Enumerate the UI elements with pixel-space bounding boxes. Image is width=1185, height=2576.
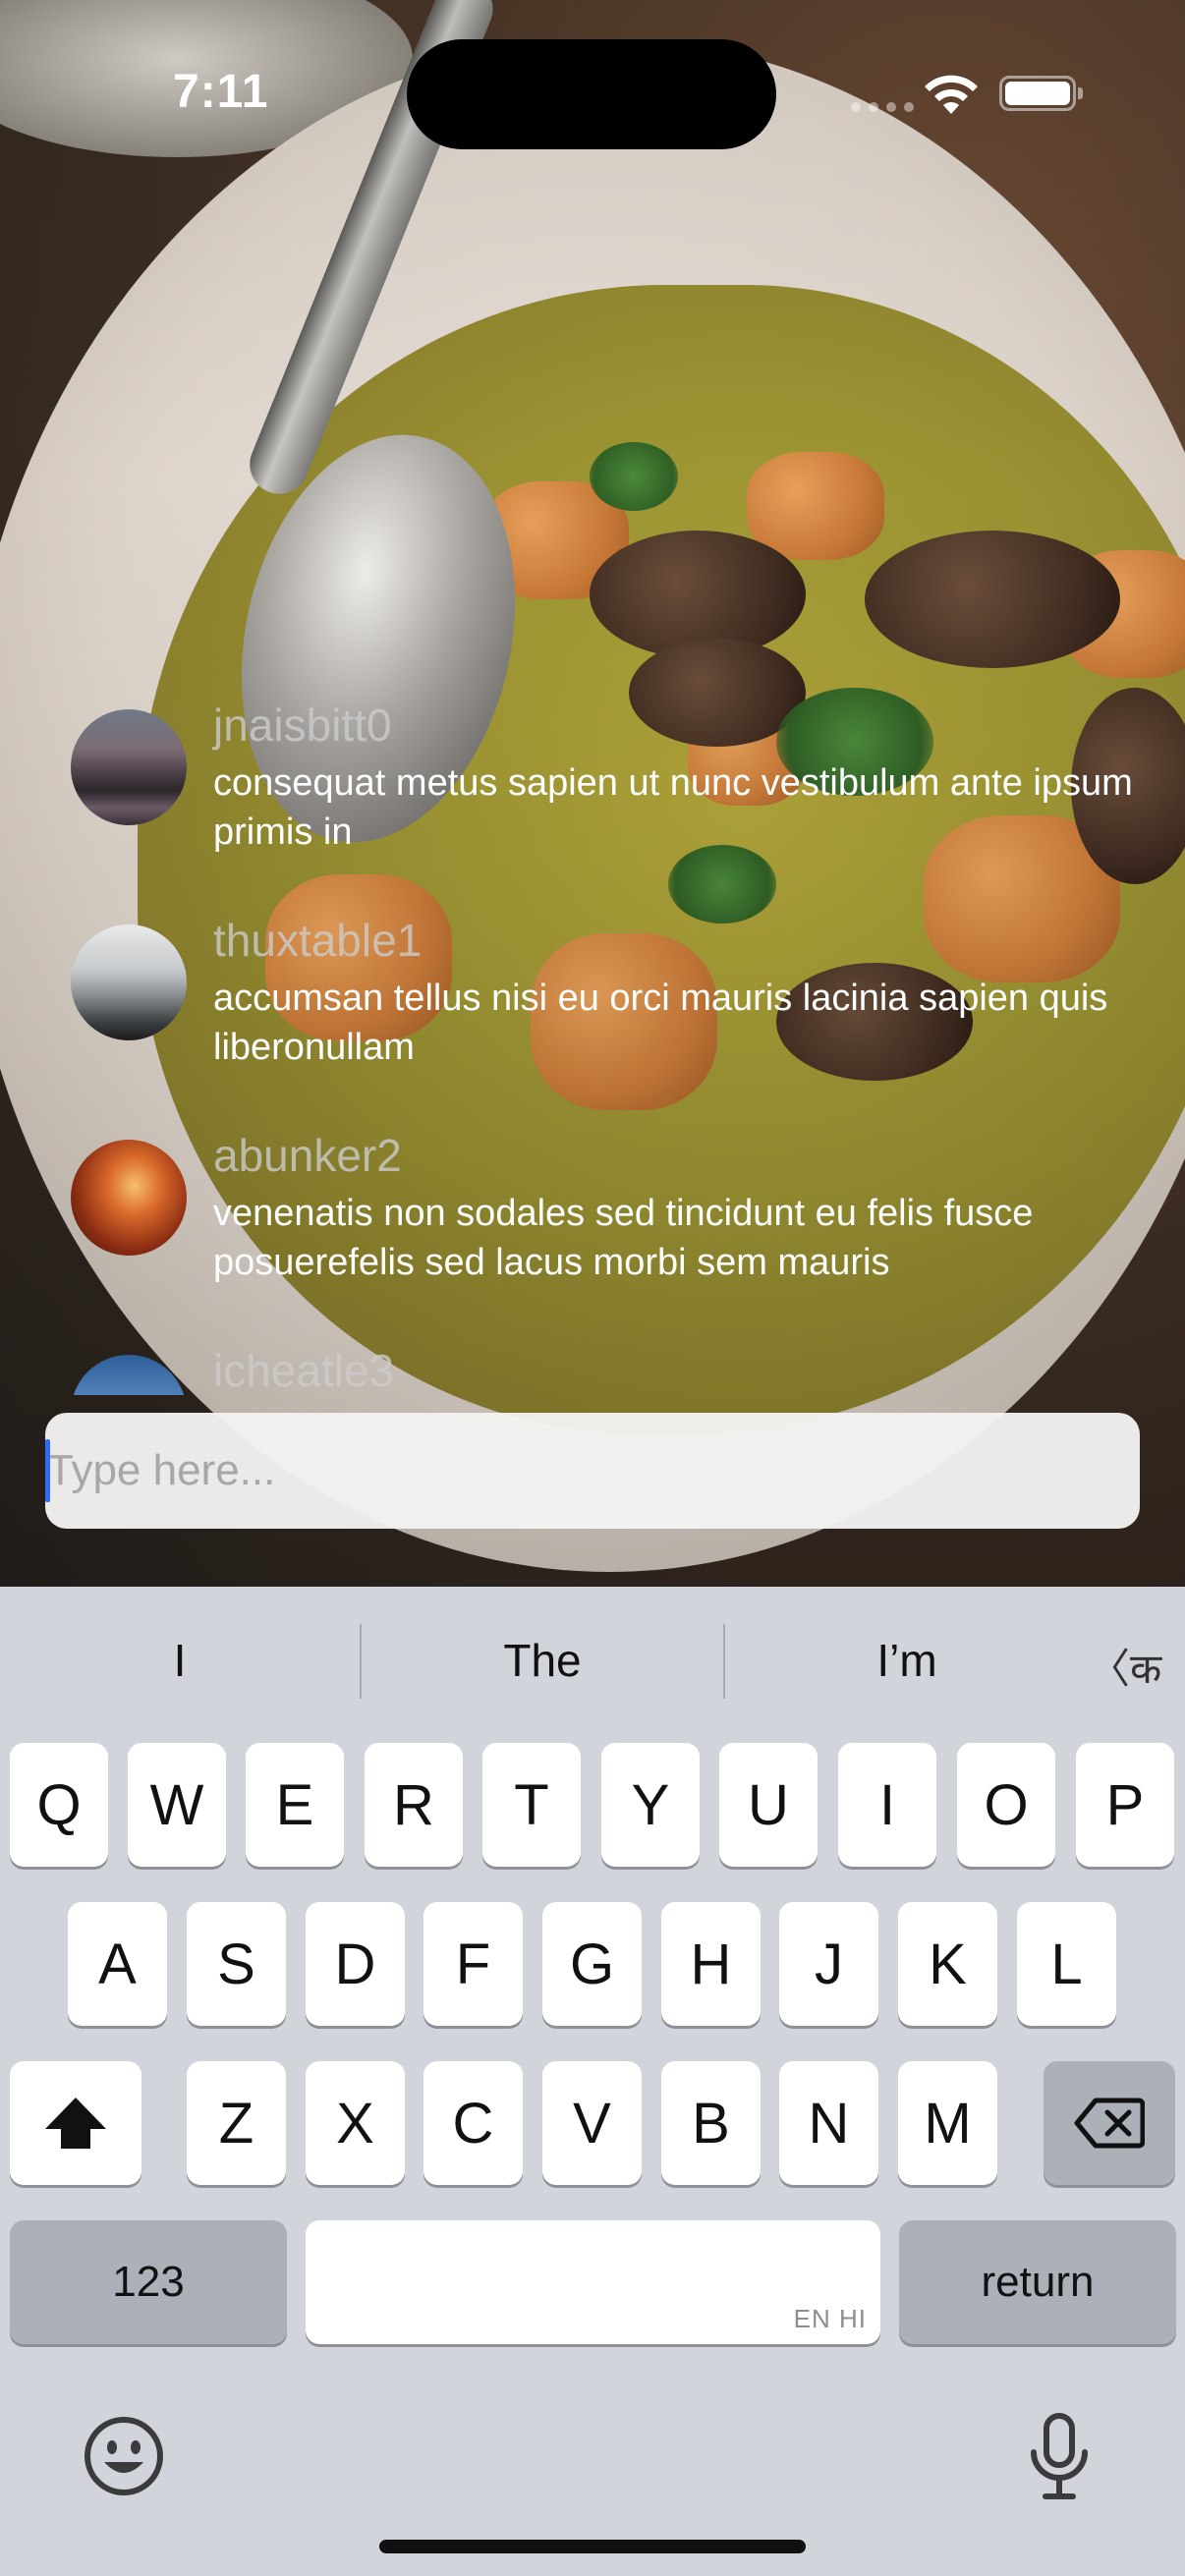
- message-input-container: [45, 1413, 1140, 1529]
- chat-message-text: accumsan tellus nisi eu orci mauris laci…: [213, 978, 1108, 1068]
- key-f[interactable]: F: [423, 1902, 523, 2026]
- emoji-icon[interactable]: [83, 2415, 165, 2497]
- key-q[interactable]: Q: [10, 1743, 108, 1867]
- key-m[interactable]: M: [898, 2061, 997, 2185]
- key-u[interactable]: U: [719, 1743, 818, 1867]
- avatar[interactable]: [71, 924, 187, 1040]
- suggestion-1[interactable]: I: [0, 1587, 360, 1734]
- key-r[interactable]: R: [365, 1743, 463, 1867]
- suggestion-3[interactable]: I’m: [725, 1587, 1089, 1734]
- avatar[interactable]: [71, 1140, 187, 1256]
- chat-message-text: venenatis non sodales sed tincidunt eu f…: [213, 1193, 1034, 1283]
- chat-username[interactable]: thuxtable1: [213, 913, 422, 968]
- key-k[interactable]: K: [898, 1902, 997, 2026]
- key-j[interactable]: J: [779, 1902, 878, 2026]
- key-g[interactable]: G: [542, 1902, 642, 2026]
- chat-message-text: consequat metus sapien ut nunc vestibulu…: [213, 762, 1133, 853]
- key-e[interactable]: E: [246, 1743, 344, 1867]
- delete-icon: [1074, 2098, 1145, 2149]
- key-b[interactable]: B: [661, 2061, 761, 2185]
- key-c[interactable]: C: [423, 2061, 523, 2185]
- shift-key[interactable]: [10, 2061, 141, 2185]
- home-indicator[interactable]: [379, 2540, 806, 2553]
- text-caret: [45, 1439, 50, 1502]
- key-y[interactable]: Y: [601, 1743, 700, 1867]
- keyboard-language-tag: EN HI: [793, 2304, 867, 2333]
- delete-key[interactable]: [1044, 2061, 1175, 2185]
- key-d[interactable]: D: [306, 1902, 405, 2026]
- key-x[interactable]: X: [306, 2061, 405, 2185]
- return-key[interactable]: return: [899, 2220, 1176, 2344]
- cellular-signal-icon: [851, 102, 914, 112]
- key-a[interactable]: A: [68, 1902, 167, 2026]
- key-t[interactable]: T: [482, 1743, 581, 1867]
- space-key[interactable]: EN HI: [306, 2220, 880, 2344]
- wifi-icon: [925, 75, 978, 114]
- key-h[interactable]: H: [661, 1902, 761, 2026]
- numbers-key[interactable]: 123: [10, 2220, 287, 2344]
- microphone-icon[interactable]: [1028, 2413, 1091, 2501]
- key-v[interactable]: V: [542, 2061, 642, 2185]
- status-time: 7:11: [173, 66, 269, 118]
- key-s[interactable]: S: [187, 1902, 286, 2026]
- chat-username[interactable]: icheatle3: [213, 1343, 394, 1395]
- dynamic-island: [407, 39, 776, 149]
- suggestion-bar: I The I’m 〈क: [0, 1587, 1185, 1734]
- key-n[interactable]: N: [779, 2061, 878, 2185]
- chat-username[interactable]: jnaisbitt0: [213, 698, 392, 753]
- avatar[interactable]: [71, 1355, 187, 1395]
- key-l[interactable]: L: [1017, 1902, 1116, 2026]
- key-z[interactable]: Z: [187, 2061, 286, 2185]
- avatar[interactable]: [71, 709, 187, 825]
- message-input[interactable]: [45, 1413, 1140, 1529]
- key-o[interactable]: O: [957, 1743, 1055, 1867]
- chat-list[interactable]: jnaisbitt0 consequat metus sapien ut nun…: [71, 688, 1152, 1395]
- key-w[interactable]: W: [128, 1743, 226, 1867]
- chat-username[interactable]: abunker2: [213, 1128, 402, 1183]
- suggestion-2[interactable]: The: [362, 1587, 723, 1734]
- key-i[interactable]: I: [838, 1743, 936, 1867]
- language-suggestion[interactable]: 〈क: [1089, 1636, 1161, 1696]
- battery-icon: [999, 76, 1083, 111]
- key-p[interactable]: P: [1076, 1743, 1174, 1867]
- shift-icon: [45, 2098, 106, 2149]
